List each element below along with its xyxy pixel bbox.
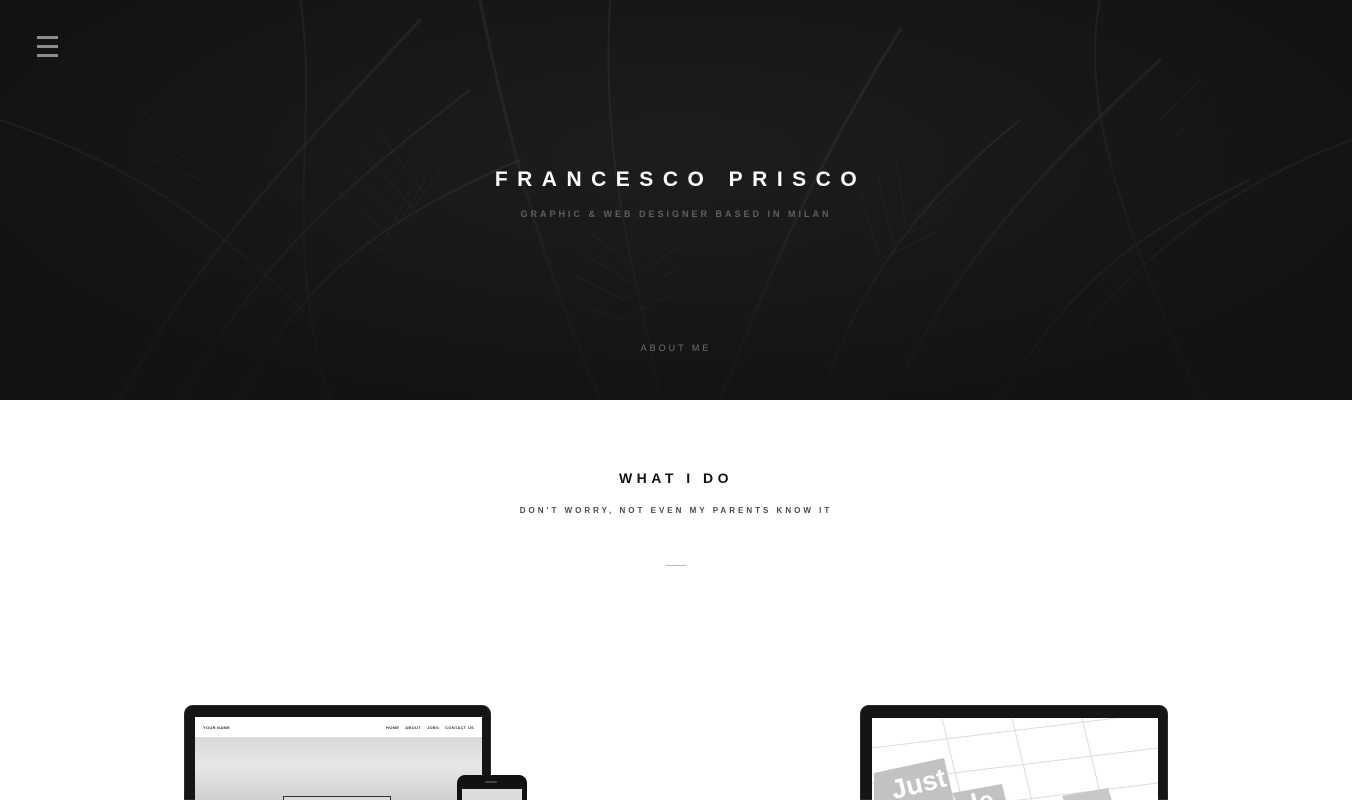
section-divider [666, 565, 686, 566]
mini-nav-about: ABOUT [405, 725, 421, 730]
hero-subtitle: GRAPHIC & WEB DESIGNER BASED IN MILAN [520, 209, 832, 219]
section-title: WHAT I DO [618, 470, 734, 486]
about-me-link[interactable]: ABOUT ME [576, 338, 776, 358]
web-design-mockup: YOUR NAME HOME ABOUT JOBS CONTACT US [184, 705, 529, 800]
mini-nav-home: HOME [386, 725, 400, 730]
mini-site-brand: YOUR NAME [203, 725, 231, 730]
hero-title: FRANCESCO PRISCO [494, 168, 867, 191]
phone-speaker [485, 781, 497, 783]
mini-nav-contact: CONTACT US [445, 725, 474, 730]
mini-site-links: HOME ABOUT JOBS CONTACT US [380, 725, 474, 730]
laptop-screen-2: Just ple [872, 718, 1158, 800]
mini-nav-jobs: JOBS [426, 725, 440, 730]
mini-site-hero [195, 737, 482, 800]
menu-button[interactable] [37, 36, 59, 58]
graphic-design-mockup: Just ple [860, 705, 1168, 800]
phone-screen [462, 789, 522, 800]
hamburger-menu-icon [37, 36, 59, 58]
laptop-screen: YOUR NAME HOME ABOUT JOBS CONTACT US [195, 717, 482, 800]
section-subtitle: DON'T WORRY, NOT EVEN MY PARENTS KNOW IT [519, 506, 833, 515]
hero-section: FRANCESCO PRISCO GRAPHIC & WEB DESIGNER … [0, 0, 1352, 400]
laptop-device-2: Just ple [860, 705, 1168, 800]
laptop-device: YOUR NAME HOME ABOUT JOBS CONTACT US [184, 705, 491, 800]
mini-site-nav: YOUR NAME HOME ABOUT JOBS CONTACT US [195, 717, 482, 737]
mini-site-button [283, 796, 391, 800]
phone-device [457, 775, 527, 800]
